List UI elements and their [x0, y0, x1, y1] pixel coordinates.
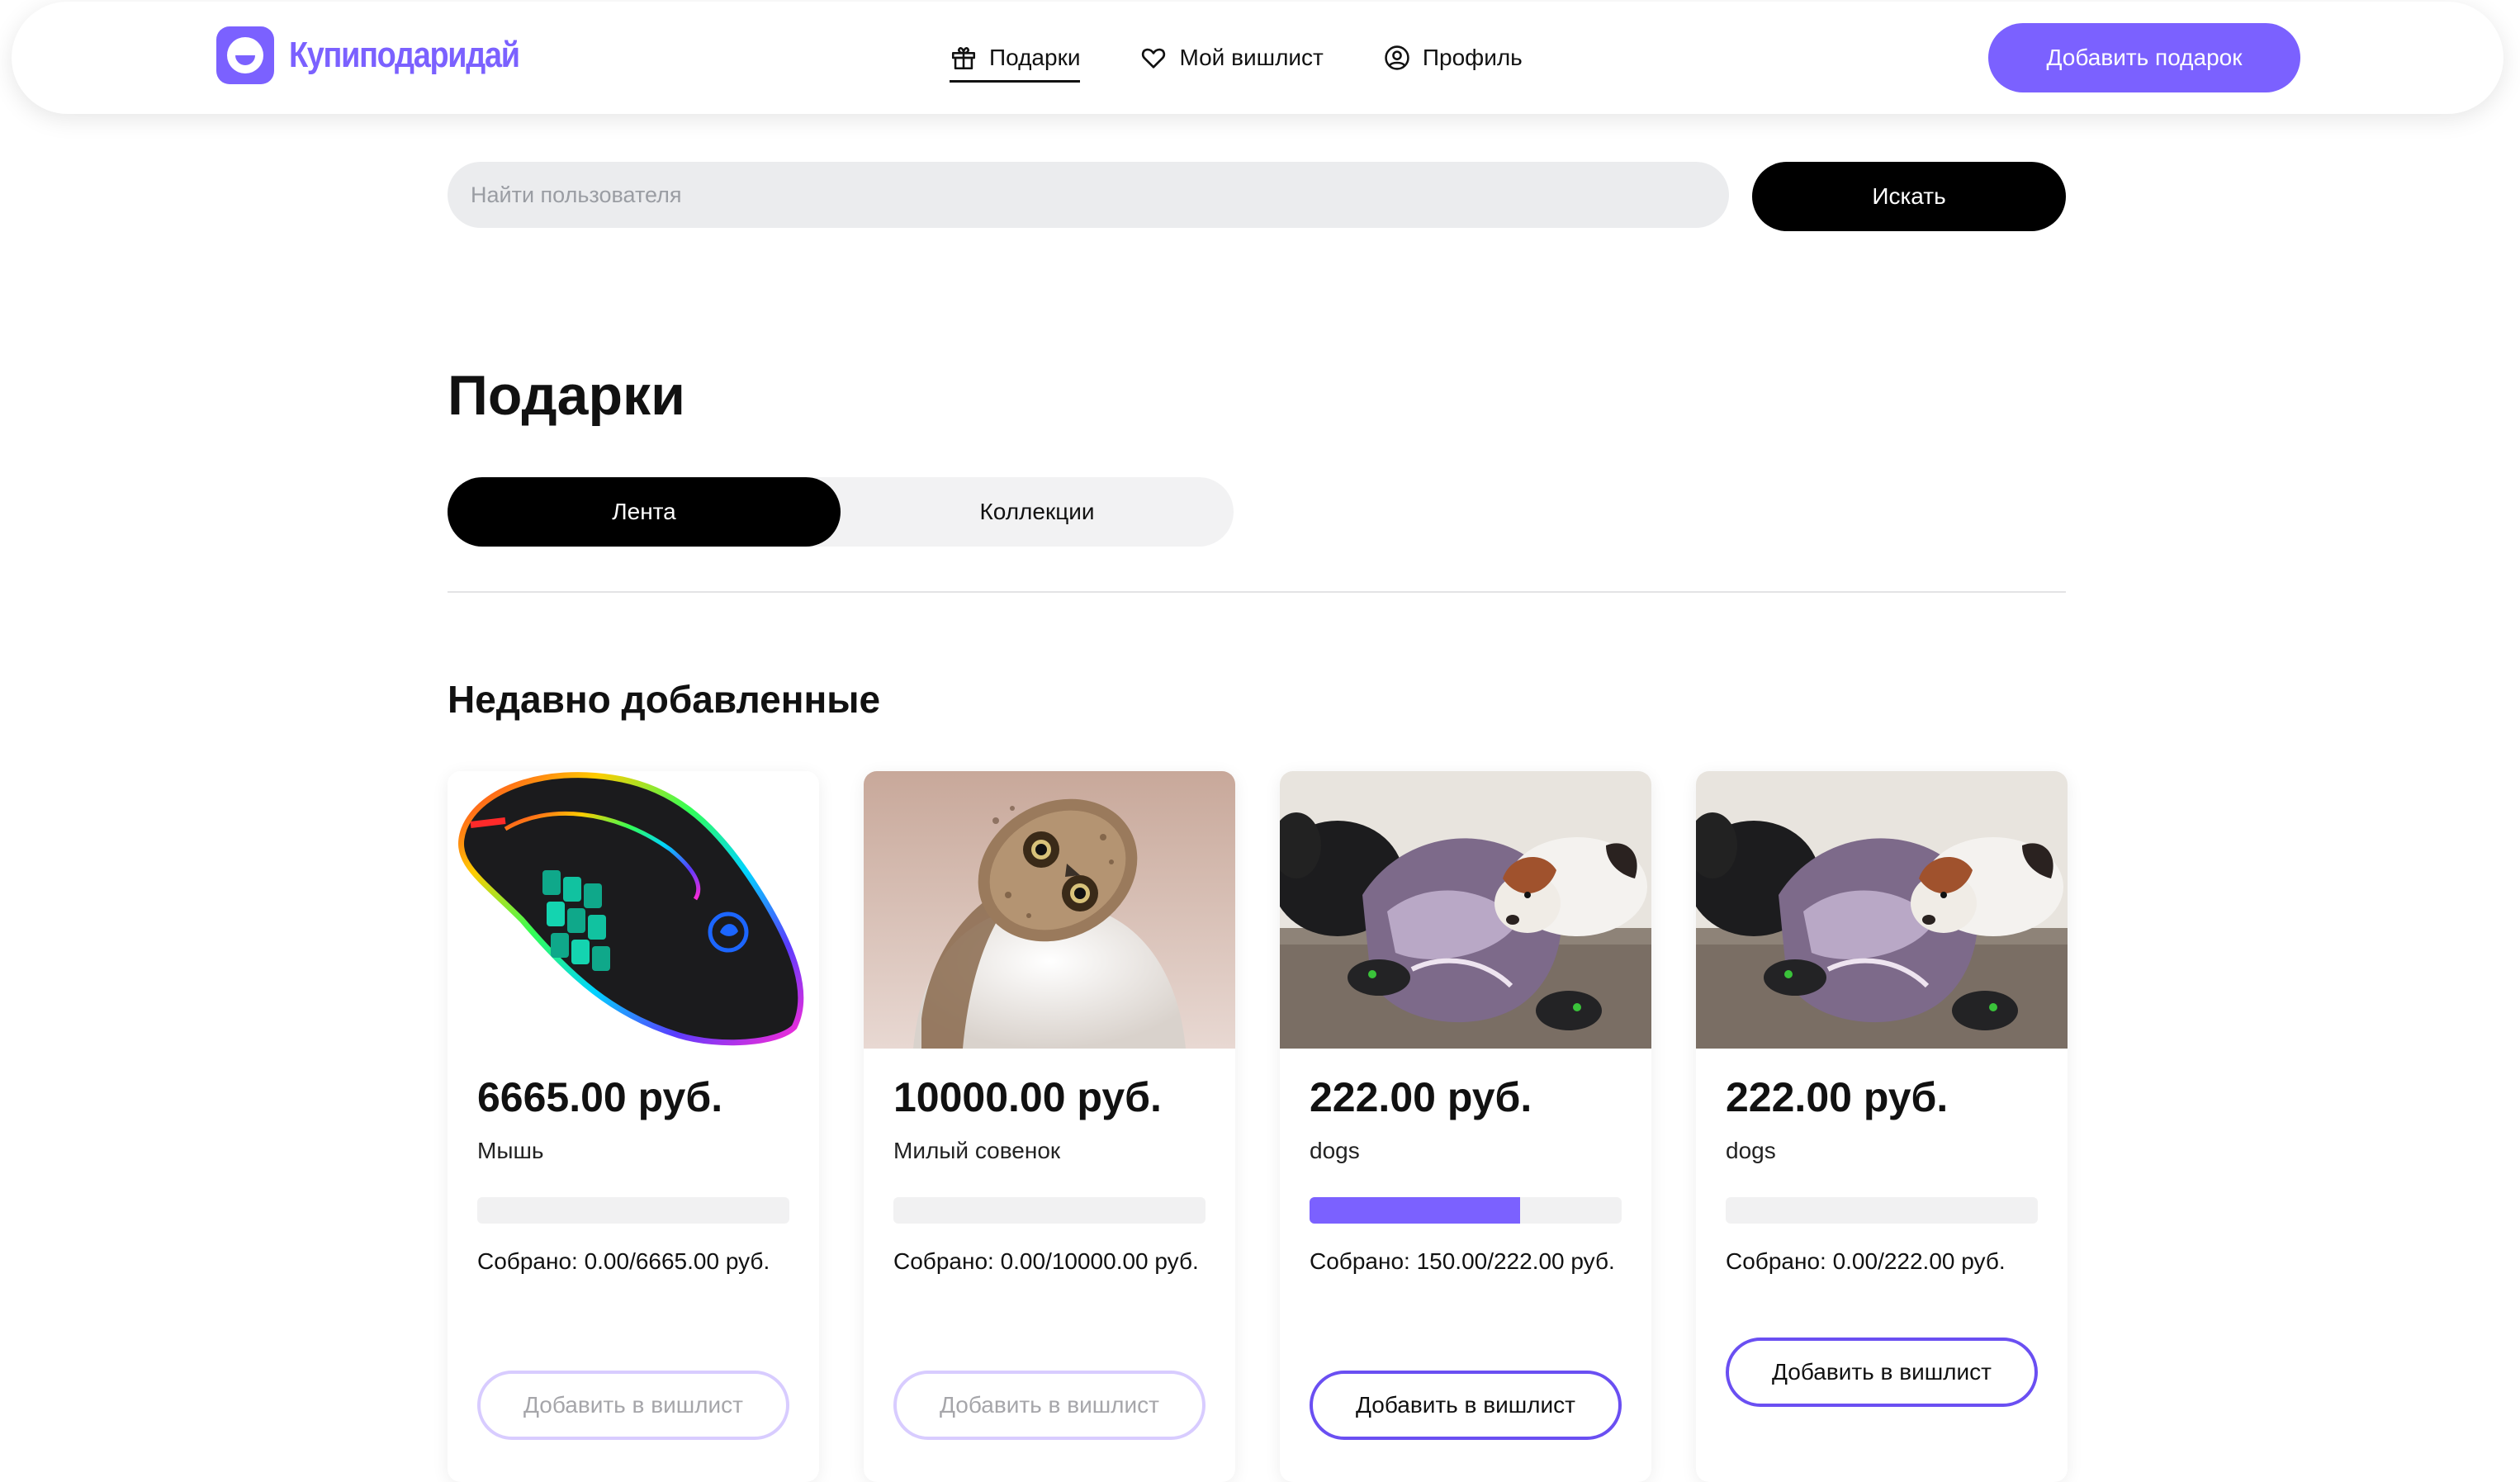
gift-name: Милый совенок [893, 1138, 1061, 1163]
gift-name: Мышь [477, 1138, 544, 1163]
gift-card[interactable]: 222.00 руб. dogs Собрано: 150.00/222.00 … [1280, 771, 1651, 1482]
page-title: Подарки [448, 364, 685, 427]
collected-amount: Собрано: 0.00/222.00 руб. [1726, 1248, 2006, 1274]
nav-label-profile: Профиль [1422, 45, 1523, 70]
gift-image-owl-photo [864, 771, 1235, 1049]
add-gift-button[interactable]: Добавить подарок [1988, 23, 2300, 92]
collected-amount: Собрано: 150.00/222.00 руб. [1310, 1248, 1615, 1274]
logo-text: Купиподаридай [289, 35, 520, 75]
gift-name: dogs [1726, 1138, 1776, 1163]
nav-label-gifts: Подарки [989, 45, 1081, 70]
collected-amount: Собрано: 0.00/10000.00 руб. [893, 1248, 1199, 1274]
gift-card[interactable]: 222.00 руб. dogs Собрано: 0.00/222.00 ру… [1696, 771, 2068, 1482]
logo[interactable]: Купиподаридай [216, 26, 557, 84]
gift-name: dogs [1310, 1138, 1360, 1163]
gift-card[interactable]: 10000.00 руб. Милый совенок Собрано: 0.0… [864, 771, 1235, 1482]
gift-image-dogs-photo [1280, 771, 1651, 1049]
nav-item-wishlist[interactable]: Мой вишлист [1139, 31, 1324, 84]
nav-label-wishlist: Мой вишлист [1179, 45, 1324, 70]
funding-progress-bar [1310, 1197, 1622, 1224]
nav-item-profile[interactable]: Профиль [1383, 31, 1523, 84]
funding-progress-bar [893, 1197, 1206, 1224]
tab-collections[interactable]: Коллекции [841, 477, 1234, 547]
funding-progress-fill [1310, 1197, 1521, 1224]
funding-progress-bar [1726, 1197, 2038, 1224]
collected-amount: Собрано: 0.00/6665.00 руб. [477, 1248, 770, 1274]
add-to-wishlist-button[interactable]: Добавить в вишлист [893, 1371, 1206, 1440]
gift-image-dogs-photo [1696, 771, 2068, 1049]
search-input[interactable] [448, 162, 1729, 228]
tab-feed[interactable]: Лента [448, 477, 841, 547]
nav-item-gifts[interactable]: Подарки [950, 31, 1081, 84]
section-title: Недавно добавленные [448, 678, 881, 721]
heart-icon [1139, 44, 1168, 72]
search-button[interactable]: Искать [1752, 162, 2066, 231]
gift-price: 222.00 руб. [1310, 1074, 1532, 1120]
smile-logo-icon [216, 26, 274, 84]
gift-price: 6665.00 руб. [477, 1074, 723, 1120]
gift-price: 222.00 руб. [1726, 1074, 1949, 1120]
gift-price: 10000.00 руб. [893, 1074, 1162, 1120]
divider [448, 591, 2066, 593]
gift-card[interactable]: 6665.00 руб. Мышь Собрано: 0.00/6665.00 … [448, 771, 819, 1482]
gift-icon [950, 44, 978, 72]
gift-image-rgb-gaming-mouse [448, 771, 819, 1049]
add-to-wishlist-button[interactable]: Добавить в вишлист [1726, 1338, 2038, 1407]
add-to-wishlist-button[interactable]: Добавить в вишлист [477, 1371, 789, 1440]
top-navbar: Купиподаридай Подарки Мой вишлист Профил… [12, 2, 2503, 114]
view-tabs: Лента Коллекции [448, 477, 1234, 547]
add-to-wishlist-button[interactable]: Добавить в вишлист [1310, 1371, 1622, 1440]
funding-progress-bar [477, 1197, 789, 1224]
user-circle-icon [1383, 44, 1411, 72]
main-nav: Подарки Мой вишлист Профиль [950, 31, 1582, 84]
